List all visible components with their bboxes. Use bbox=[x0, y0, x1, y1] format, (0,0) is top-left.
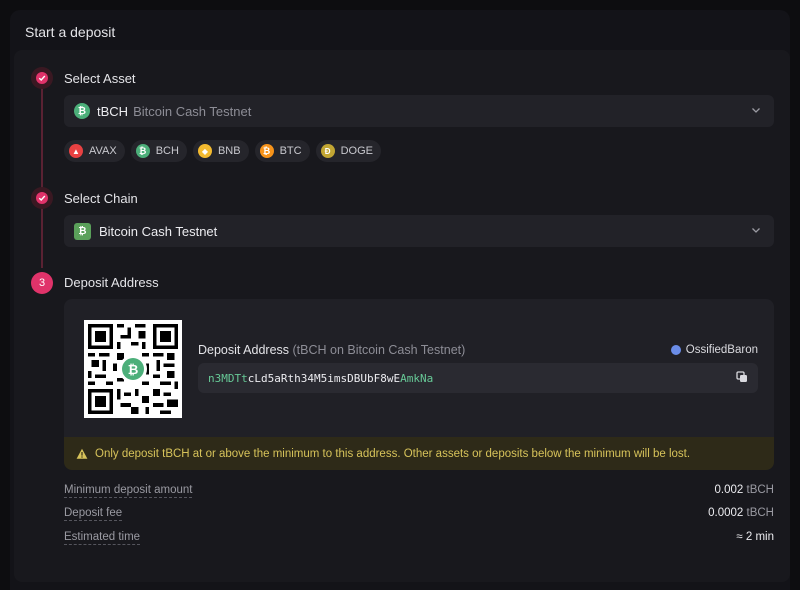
deposit-fee-unit: tBCH bbox=[746, 507, 774, 519]
step-address-number: 3 bbox=[31, 272, 53, 294]
chain-name: Bitcoin Cash Testnet bbox=[99, 223, 218, 239]
qr-bch-logo-icon: ₿ bbox=[119, 355, 147, 383]
bnb-icon: ◆ bbox=[197, 144, 212, 158]
avax-icon: ▲ bbox=[69, 144, 83, 158]
chip-doge[interactable]: Ð DOGE bbox=[315, 140, 381, 162]
min-deposit-unit: tBCH bbox=[746, 484, 774, 496]
account-owner[interactable]: OssifiedBaron bbox=[670, 344, 758, 356]
page-title: Start a deposit bbox=[25, 24, 116, 40]
deposit-fee-label: Deposit fee bbox=[64, 507, 123, 521]
estimated-time-row: Estimated time ≈ 2 min bbox=[64, 531, 774, 545]
deposit-warning: Only deposit tBCH at or above the minimu… bbox=[64, 437, 774, 470]
chip-label: BCH bbox=[155, 145, 179, 157]
chip-avax[interactable]: ▲ AVAX bbox=[64, 140, 125, 162]
doge-icon: Ð bbox=[320, 144, 335, 158]
estimated-time-value: ≈ 2 min bbox=[736, 531, 774, 543]
asset-symbol: tBCH bbox=[97, 103, 129, 119]
btc-icon: ₿ bbox=[259, 144, 274, 158]
chain-select[interactable]: ₿ Bitcoin Cash Testnet bbox=[64, 215, 774, 247]
address-middle: cLd5aRth34M5imsDBUbF8wE bbox=[247, 371, 401, 385]
chip-label: DOGE bbox=[340, 145, 373, 157]
quick-asset-list: ▲ AVAX ₿ BCH ◆ BNB ₿ BTC Ð DOGE bbox=[64, 140, 381, 162]
warning-icon bbox=[76, 448, 88, 459]
step-asset-label: Select Asset bbox=[64, 71, 136, 86]
chip-label: AVAX bbox=[89, 145, 117, 157]
chip-bch[interactable]: ₿ BCH bbox=[130, 140, 187, 162]
chevron-down-icon bbox=[752, 108, 760, 113]
deposit-address-title: Deposit Address (tBCH on Bitcoin Cash Te… bbox=[198, 343, 465, 357]
chip-bnb[interactable]: ◆ BNB bbox=[192, 140, 249, 162]
min-deposit-row: Minimum deposit amount 0.002 tBCH bbox=[64, 484, 774, 498]
copy-icon[interactable] bbox=[736, 371, 748, 383]
step-asset-complete-icon bbox=[31, 67, 53, 89]
step-rail bbox=[41, 88, 43, 268]
bch-icon: ₿ bbox=[135, 144, 150, 158]
chip-btc[interactable]: ₿ BTC bbox=[254, 140, 310, 162]
chip-label: BTC bbox=[279, 145, 302, 157]
warning-text: Only deposit tBCH at or above the minimu… bbox=[95, 447, 691, 460]
asset-name: Bitcoin Cash Testnet bbox=[133, 103, 252, 119]
step-address-label: Deposit Address bbox=[64, 275, 159, 290]
estimated-time-label: Estimated time bbox=[64, 531, 141, 545]
deposit-fee-value: 0.0002 bbox=[708, 507, 744, 519]
deposit-address-subtitle: (tBCH on Bitcoin Cash Testnet) bbox=[292, 343, 466, 357]
deposit-fee-row: Deposit fee 0.0002 tBCH bbox=[64, 507, 774, 521]
step-chain-label: Select Chain bbox=[64, 191, 138, 206]
chevron-down-icon bbox=[752, 228, 760, 233]
account-owner-name: OssifiedBaron bbox=[685, 344, 758, 356]
bch-chain-icon: ₿ bbox=[74, 222, 91, 240]
bch-coin-icon: ₿ bbox=[74, 103, 90, 119]
asset-select[interactable]: ₿ tBCH Bitcoin Cash Testnet bbox=[64, 95, 774, 127]
step-chain-complete-icon bbox=[31, 187, 53, 209]
min-deposit-value: 0.002 bbox=[714, 484, 744, 496]
chip-label: BNB bbox=[217, 145, 241, 157]
deposit-address-field[interactable]: n3MDTt cLd5aRth34M5imsDBUbF8wE AmkNa bbox=[198, 363, 758, 393]
address-start: n3MDTt bbox=[208, 371, 248, 385]
address-end: AmkNa bbox=[400, 371, 434, 385]
deposit-address-heading: Deposit Address bbox=[198, 343, 290, 357]
min-deposit-label: Minimum deposit amount bbox=[64, 484, 193, 498]
account-avatar-icon bbox=[670, 345, 681, 355]
